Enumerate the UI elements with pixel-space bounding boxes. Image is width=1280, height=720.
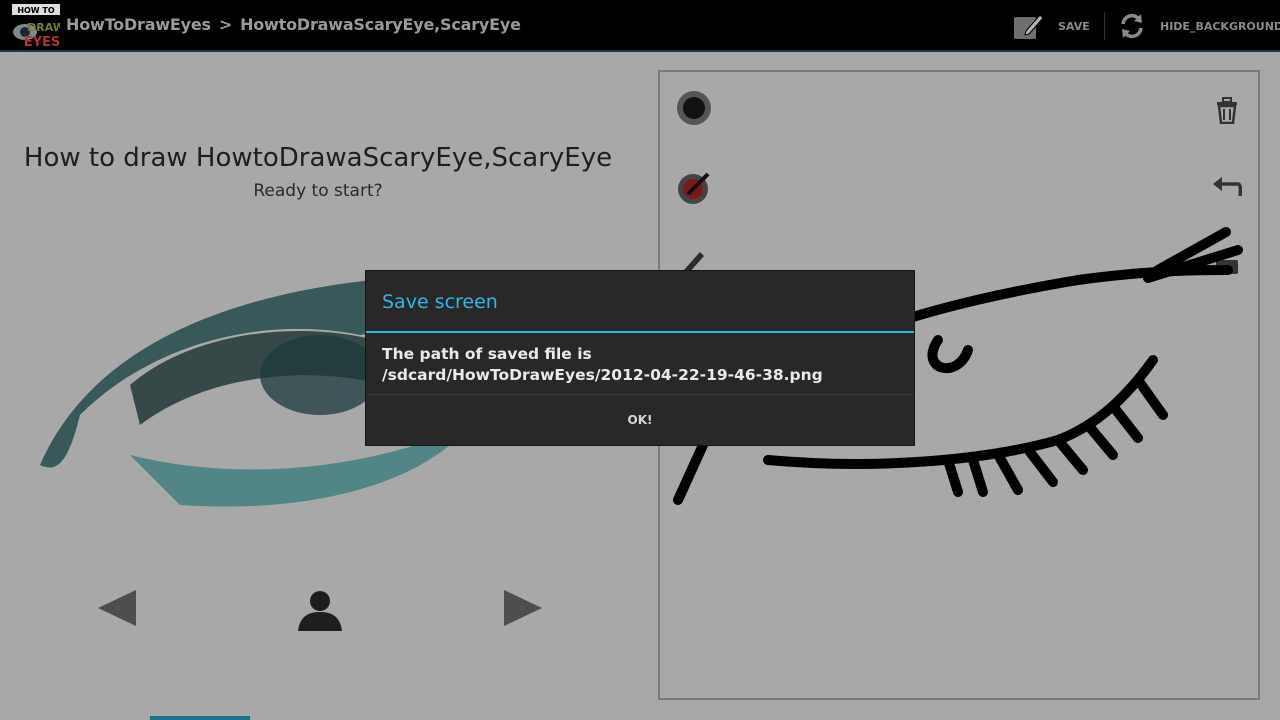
action-divider — [1104, 12, 1105, 40]
left-arrow-icon[interactable] — [96, 588, 138, 628]
dialog-title: Save screen — [382, 291, 498, 313]
brush-size-icon[interactable] — [676, 90, 712, 126]
dialog-message-line1: The path of saved file is — [382, 345, 592, 363]
ok-button[interactable]: OK! — [366, 395, 914, 445]
tutorial-title: How to draw HowtoDrawaScaryEye,ScaryEye — [23, 143, 613, 173]
edit-save-icon — [1014, 14, 1044, 39]
breadcrumb-separator: > — [218, 15, 233, 34]
action-bar: HOW TO DRAW EYES HowToDrawEyes > HowtoDraw… — [0, 0, 1280, 52]
breadcrumb-app[interactable]: HowToDrawEyes — [66, 15, 211, 34]
right-arrow-icon[interactable] — [502, 588, 544, 628]
breadcrumb: HowToDrawEyes > HowtoDrawaScaryEye,ScaryEy… — [66, 15, 521, 34]
logo-text-mid: DRAW — [27, 21, 60, 34]
color-picker-icon[interactable] — [676, 168, 714, 206]
save-label: SAVE — [1058, 19, 1090, 33]
hide-background-label: HIDE_BACKGROUND — [1160, 19, 1280, 33]
trash-icon[interactable] — [1214, 96, 1240, 124]
app-logo[interactable]: HOW TO DRAW EYES — [12, 4, 65, 50]
dialog-title-divider — [366, 331, 914, 333]
logo-text-top: HOW TO — [17, 6, 55, 15]
logo-text-bottom: EYES — [24, 35, 60, 48]
person-icon[interactable] — [295, 588, 345, 632]
dialog-message: The path of saved file is /sdcard/HowToD… — [382, 344, 823, 386]
breadcrumb-page: HowtoDrawaScaryEye,ScaryEye — [240, 15, 521, 34]
undo-icon[interactable] — [1212, 176, 1242, 200]
bottom-accent-bar — [150, 716, 250, 720]
refresh-icon — [1121, 13, 1143, 39]
dialog-message-line2: /sdcard/HowToDrawEyes/2012-04-22-19-46-3… — [382, 366, 823, 384]
save-dialog: Save screen The path of saved file is /s… — [366, 271, 914, 445]
save-button[interactable]: SAVE — [1012, 10, 1090, 42]
tutorial-subtitle: Ready to start? — [253, 181, 383, 201]
hide-background-button[interactable]: HIDE_BACKGROUND — [1118, 10, 1280, 42]
